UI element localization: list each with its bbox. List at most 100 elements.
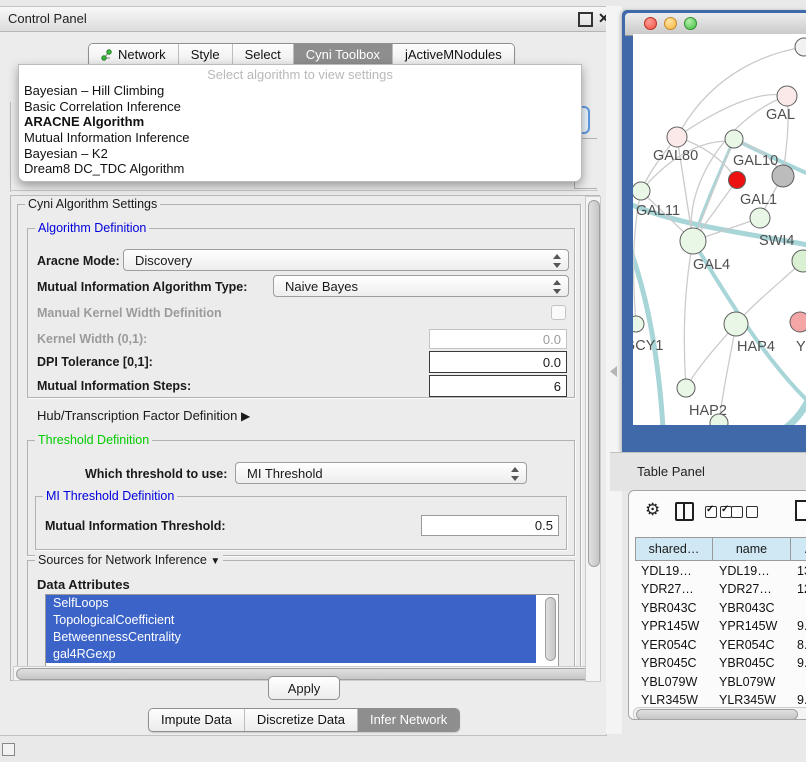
float-panel-icon[interactable] bbox=[578, 12, 593, 27]
vertical-scrollbar-track[interactable] bbox=[585, 196, 601, 682]
network-node-gal1[interactable] bbox=[729, 172, 746, 189]
data-attributes-list: SelfLoops TopologicalCoefficient Between… bbox=[45, 594, 559, 667]
gear-icon[interactable]: ⚙ bbox=[645, 500, 660, 520]
window-minimize-button[interactable] bbox=[664, 17, 677, 30]
dpi-tolerance-field[interactable]: 0.0 bbox=[429, 351, 567, 373]
node-label: GAL80 bbox=[653, 148, 698, 164]
apply-button[interactable]: Apply bbox=[268, 676, 340, 700]
kernel-width-field[interactable]: 0.0 bbox=[429, 329, 567, 349]
table-panel-body: ⚙ shared… name A YDL19…YDL19…13 YDR27…YD… bbox=[628, 490, 806, 720]
network-node[interactable] bbox=[750, 208, 770, 228]
network-canvas[interactable]: GALGAL80GAL10GAL1GAL11GAL4SWI4GCY1HAP4YH… bbox=[633, 34, 806, 425]
dropdown-item-mutual-information[interactable]: Mutual Information Inference bbox=[19, 130, 581, 146]
node-label: GAL10 bbox=[733, 153, 778, 169]
tab-jactivemnodules[interactable]: jActiveMNodules bbox=[392, 44, 514, 66]
panel-splitter[interactable] bbox=[606, 6, 622, 734]
table-horizontal-scrollbar[interactable] bbox=[633, 707, 806, 720]
combo-arrows-icon bbox=[511, 467, 519, 481]
table-toolbar: ⚙ bbox=[629, 491, 806, 533]
list-item-gal4rgexp[interactable]: gal4RGexp bbox=[46, 646, 536, 663]
mi-algorithm-type-combobox[interactable]: Naive Bayes bbox=[273, 275, 569, 297]
network-node[interactable] bbox=[772, 165, 794, 187]
combo-arrows-icon bbox=[553, 254, 561, 268]
hub-definition-toggle[interactable]: Hub/Transcription Factor Definition ▶ bbox=[37, 408, 250, 423]
tab-label: Impute Data bbox=[161, 712, 232, 727]
threshold-definition-title: Threshold Definition bbox=[35, 433, 152, 447]
network-icon bbox=[101, 49, 113, 61]
mi-steps-field[interactable]: 6 bbox=[429, 375, 567, 397]
column-header-shared-name[interactable]: shared… bbox=[635, 537, 713, 561]
dpi-tolerance-value: 0.0 bbox=[543, 355, 561, 370]
hidden-panel-border bbox=[10, 102, 11, 192]
tab-label: Cyni Toolbox bbox=[306, 47, 380, 62]
tab-label: Discretize Data bbox=[257, 712, 345, 727]
apply-button-label: Apply bbox=[288, 681, 321, 696]
list-item-selfloops[interactable]: SelfLoops bbox=[46, 595, 536, 612]
tab-network[interactable]: Network bbox=[89, 44, 178, 66]
deselect-all-icon[interactable] bbox=[731, 505, 758, 523]
algorithm-dropdown-list: Select algorithm to view settings Bayesi… bbox=[18, 64, 582, 182]
mi-threshold-value: 0.5 bbox=[535, 518, 553, 533]
network-node-hap4[interactable] bbox=[724, 312, 748, 336]
dropdown-item-dream8[interactable]: Dream8 DC_TDC Algorithm bbox=[19, 161, 581, 177]
sources-group-title[interactable]: Sources for Network Inference ▼ bbox=[35, 553, 223, 567]
window-zoom-button[interactable] bbox=[684, 17, 697, 30]
mi-threshold-field[interactable]: 0.5 bbox=[421, 515, 559, 536]
node-label: GCY1 bbox=[633, 338, 664, 354]
network-node-hap2[interactable] bbox=[677, 379, 695, 397]
tab-cyni-toolbox[interactable]: Cyni Toolbox bbox=[293, 44, 392, 66]
combo-arrows-icon bbox=[553, 280, 561, 294]
network-node-gal80[interactable] bbox=[667, 127, 687, 147]
vertical-scrollbar-thumb[interactable] bbox=[588, 200, 600, 567]
list-item-betweennesscentrality[interactable]: BetweennessCentrality bbox=[46, 629, 536, 646]
network-edge[interactable] bbox=[633, 246, 663, 425]
network-node-gal[interactable] bbox=[777, 86, 797, 106]
list-item-topologicalcoefficient[interactable]: TopologicalCoefficient bbox=[46, 612, 536, 629]
tab-infer-network[interactable]: Infer Network bbox=[357, 709, 459, 731]
columns-icon[interactable] bbox=[675, 502, 694, 521]
tab-discretize-data[interactable]: Discretize Data bbox=[244, 709, 357, 731]
control-panel-titlebar: Control Panel ✕ bbox=[0, 7, 606, 32]
manual-kernel-width-checkbox[interactable] bbox=[551, 305, 566, 320]
network-node[interactable] bbox=[795, 38, 806, 56]
network-node-gal10[interactable] bbox=[725, 130, 743, 148]
dropdown-item-bayesian-k2[interactable]: Bayesian – K2 bbox=[19, 146, 581, 162]
cyni-algorithm-settings-title: Cyni Algorithm Settings bbox=[25, 197, 160, 211]
tab-select[interactable]: Select bbox=[232, 44, 293, 66]
list-vertical-scrollbar[interactable] bbox=[545, 597, 556, 661]
column-header-name[interactable]: name bbox=[713, 537, 791, 561]
select-all-icon[interactable] bbox=[705, 505, 732, 523]
dpi-tolerance-label: DPI Tolerance [0,1]: bbox=[37, 355, 153, 369]
dropdown-item-bayesian-hill-climbing[interactable]: Bayesian – Hill Climbing bbox=[19, 83, 581, 99]
tab-label: Infer Network bbox=[370, 712, 447, 727]
dropdown-item-aracne[interactable]: ARACNE Algorithm bbox=[19, 114, 581, 130]
which-threshold-combobox[interactable]: MI Threshold bbox=[235, 462, 527, 484]
node-label: SWI4 bbox=[759, 233, 794, 249]
tab-impute-data[interactable]: Impute Data bbox=[149, 709, 244, 731]
column-header-partial[interactable]: A bbox=[791, 537, 806, 561]
expanded-arrow-icon: ▼ bbox=[210, 556, 220, 567]
tab-label: Network bbox=[118, 47, 166, 62]
dropdown-item-basic-correlation[interactable]: Basic Correlation Inference bbox=[19, 99, 581, 115]
settings-scroll-panel: Cyni Algorithm Settings Algorithm Defini… bbox=[10, 195, 600, 681]
network-node-gcy1[interactable] bbox=[633, 316, 644, 332]
network-edge[interactable] bbox=[684, 241, 693, 388]
network-node-y[interactable] bbox=[790, 312, 806, 332]
which-threshold-value: MI Threshold bbox=[247, 466, 323, 481]
export-table-icon[interactable] bbox=[795, 500, 806, 521]
collapsed-panel-icon[interactable] bbox=[2, 743, 15, 756]
mi-steps-label: Mutual Information Steps: bbox=[37, 379, 191, 393]
window-close-button[interactable] bbox=[644, 17, 657, 30]
node-label: HAP4 bbox=[737, 339, 775, 355]
network-window-titlebar[interactable] bbox=[625, 13, 806, 36]
node-label: GAL bbox=[766, 107, 795, 123]
aracne-mode-combobox[interactable]: Discovery bbox=[123, 249, 569, 271]
network-node-gal4[interactable] bbox=[680, 228, 706, 254]
splitter-collapse-icon[interactable] bbox=[610, 366, 617, 377]
table-horizontal-scrollbar-thumb[interactable] bbox=[636, 709, 798, 720]
mi-algorithm-type-label: Mutual Information Algorithm Type: bbox=[37, 280, 247, 294]
tab-style[interactable]: Style bbox=[178, 44, 232, 66]
algorithm-definition-title: Algorithm Definition bbox=[35, 221, 149, 235]
aracne-mode-label: Aracne Mode: bbox=[37, 254, 120, 268]
network-node-gal11[interactable] bbox=[633, 182, 650, 200]
